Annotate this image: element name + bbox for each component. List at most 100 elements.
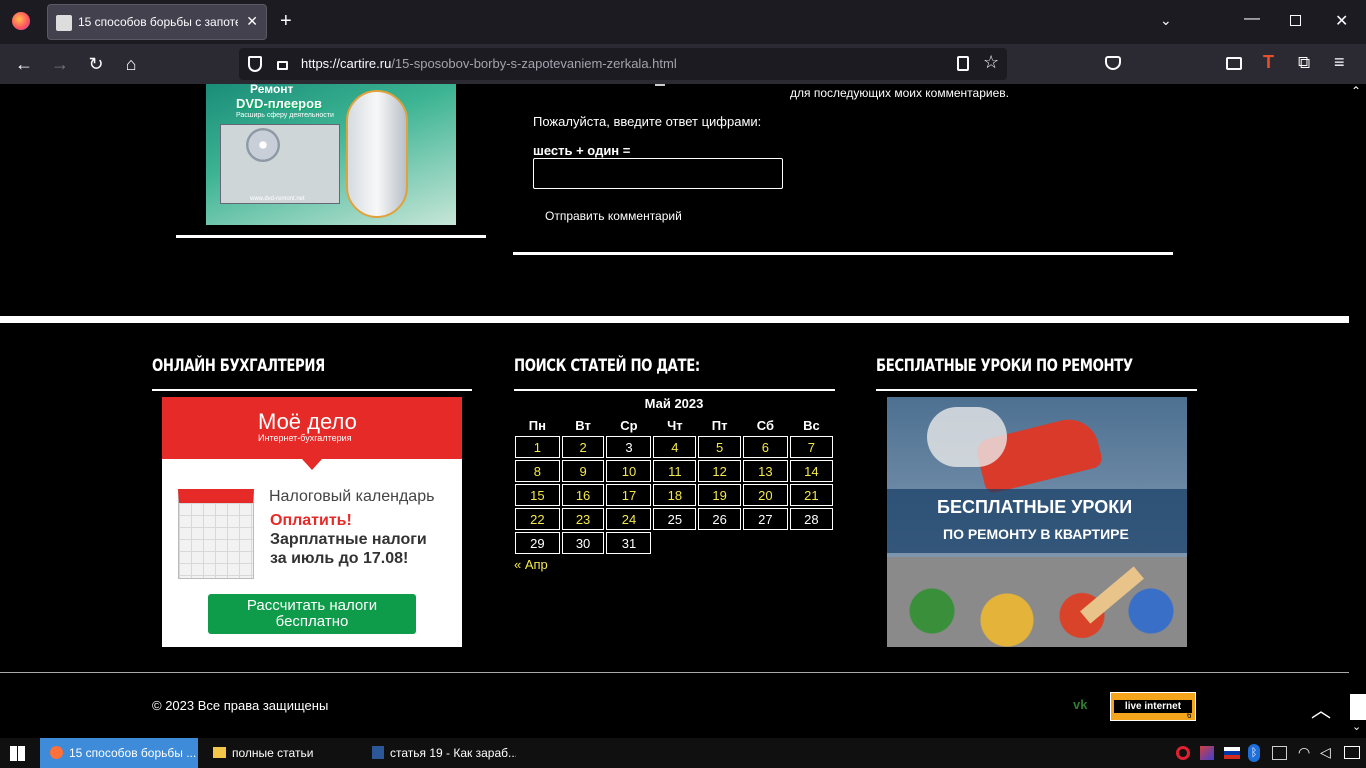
calendar-day-link[interactable]: 20 [743,484,788,506]
widget-title-calendar: Поиск статей по дате: [514,356,700,376]
calendar-day-link[interactable]: 17 [606,484,652,506]
taskbar-item-folder[interactable]: полные статьи [205,738,355,768]
captcha-answer-input[interactable] [533,158,783,189]
calendar-day-link[interactable]: 4 [653,436,697,458]
calculate-taxes-button[interactable]: Рассчитать налоги бесплатно [208,594,416,634]
liveinternet-sub: 6 [1187,711,1192,720]
dvd-disc-stack-image [346,90,408,218]
reader-view-icon[interactable] [957,56,969,71]
close-window-button[interactable]: ✕ [1335,11,1348,31]
firefox-icon[interactable] [12,12,30,30]
calendar-weekday: Вс [803,417,820,433]
forward-icon[interactable]: → [48,52,72,76]
calendar-day: 3 [606,436,652,458]
content-divider [513,252,1173,255]
calendar-day-link[interactable]: 22 [515,508,560,530]
sidebar-icon[interactable] [1226,57,1242,70]
back-icon[interactable]: ← [12,52,36,76]
extensions-icon[interactable]: ⧉ [1298,53,1310,73]
calendar-day-link[interactable]: 7 [789,436,833,458]
shield-icon[interactable] [248,56,262,72]
calendar-empty-cell [653,532,696,554]
language-flag-icon[interactable] [1224,747,1240,759]
calculate-taxes-button-line1: Рассчитать налоги [246,597,378,614]
calendar-day-link[interactable]: 11 [653,460,697,482]
home-icon[interactable]: ⌂ [119,52,143,76]
calendar-weekday: Вт [575,417,591,433]
wifi-icon[interactable]: ◠ [1298,744,1310,761]
minimize-button[interactable]: — [1244,10,1260,28]
calendar-day-link[interactable]: 19 [698,484,741,506]
tab-active[interactable]: 15 способов борьбы с запотеванием ✕ [47,4,267,40]
save-info-text: для последующих моих комментариев. [790,86,1009,100]
dvd-repair-ad[interactable]: Ремонт DVD-плееров Расширь сферу деятель… [206,84,456,225]
scrollbar-thumb[interactable] [1350,694,1366,720]
dvd-ad-title-1: Ремонт [250,84,294,96]
os-taskbar: 15 способов борьбы ... полные статьи ста… [0,738,1366,768]
calendar-prev-link[interactable]: « Апр [514,557,834,572]
calendar-day-link[interactable]: 13 [743,460,788,482]
calendar-day-link[interactable]: 2 [561,436,605,458]
windows-start-icon[interactable] [10,746,25,761]
moe-delo-tagline: Интернет-бухгалтерия [258,433,352,443]
notifications-icon[interactable] [1344,746,1360,759]
dvd-ad-tagline: Расширь сферу деятельности [236,112,334,119]
calendar-day-link[interactable]: 21 [789,484,833,506]
calendar-day-link[interactable]: 16 [561,484,605,506]
reload-icon[interactable]: ↻ [84,52,108,76]
repair-ad-line1: БЕСПЛАТНЫЕ УРОКИ [937,497,1133,517]
volume-icon[interactable]: ◁ [1320,744,1331,761]
disc-image [246,128,280,162]
bluetooth-icon[interactable]: ᛒ [1248,744,1260,762]
calendar-day-link[interactable]: 14 [789,460,833,482]
scroll-up-arrow[interactable]: ⌃ [1351,84,1361,98]
opera-icon[interactable] [1176,746,1190,760]
translate-extension-icon[interactable]: T [1263,52,1274,73]
pocket-icon[interactable] [1105,56,1121,70]
repair-lessons-ad[interactable]: БЕСПЛАТНЫЕ УРОКИ ПО РЕМОНТУ В КВАРТИРЕ [887,397,1187,647]
calendar-weekday: Пн [528,417,546,433]
tray-app-icon[interactable] [1200,746,1214,760]
page-content: Ремонт DVD-плееров Расширь сферу деятель… [0,84,1366,738]
captcha-question: шесть + один = [533,143,631,158]
taskbar-item-firefox[interactable]: 15 способов борьбы ... [40,738,198,768]
calendar-day-link[interactable]: 23 [561,508,605,530]
restore-button[interactable] [1290,15,1301,26]
calendar-day-link[interactable]: 24 [606,508,652,530]
calendar-day-link[interactable]: 18 [653,484,697,506]
liveinternet-label: live internet [1114,700,1192,713]
security-icon[interactable] [1272,746,1287,760]
hand-image [927,407,1007,467]
calendar-day-link[interactable]: 1 [515,436,560,458]
new-tab-button[interactable]: + [280,10,292,33]
widget-underline-calendar [514,389,835,391]
liveinternet-counter[interactable]: live internet 6 [1110,692,1196,721]
tab-close-icon[interactable]: ✕ [246,13,258,30]
lock-icon[interactable] [277,61,288,70]
calendar-day-link[interactable]: 12 [698,460,741,482]
menu-icon[interactable]: ≡ [1334,52,1345,73]
url-bar[interactable]: https://cartire.ru/15-sposobov-borby-s-z… [239,48,1007,80]
moe-delo-text-1: Зарплатные налоги [270,531,427,548]
calendar-day-link[interactable]: 5 [698,436,741,458]
calendar-week: 1234567 [515,436,833,458]
taskbar-item-word[interactable]: статья 19 - Как зараб... [366,738,516,768]
left-column-divider [176,235,486,238]
list-tabs-icon[interactable]: ⌄ [1160,12,1172,29]
moe-delo-ad[interactable]: Моё дело Интернет-бухгалтерия Налоговый … [162,397,462,647]
url-text[interactable]: https://cartire.ru/15-sposobov-borby-s-z… [301,56,677,71]
scroll-down-arrow[interactable]: ⌄ [1352,720,1361,733]
bookmark-star-icon[interactable]: ☆ [983,52,999,73]
browser-nav-bar: ← → ↻ ⌂ https://cartire.ru/15-sposobov-b… [0,44,1366,84]
calendar-day-link[interactable]: 9 [561,460,605,482]
calendar-week: 22 23 24 25 26 27 28 [515,508,833,530]
submit-comment-button[interactable]: Отправить комментарий [545,209,682,223]
repair-ad-line2: ПО РЕМОНТУ В КВАРТИРЕ [943,526,1129,542]
vk-icon[interactable]: vk [1073,697,1087,712]
calendar-day-link[interactable]: 15 [515,484,560,506]
calendar-day-link[interactable]: 6 [743,436,788,458]
calendar-day-link[interactable]: 8 [515,460,560,482]
scroll-to-top-icon[interactable]: ︿ [1311,694,1331,723]
widget-title-repair: Бесплатные уроки по ремонту [876,356,1133,376]
calendar-day-link[interactable]: 10 [606,460,652,482]
